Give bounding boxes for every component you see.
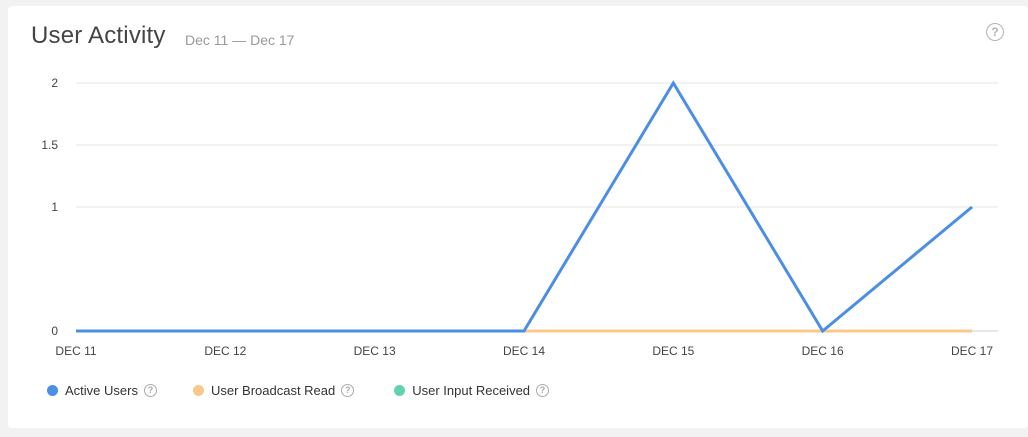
- line-chart: 011.52 DEC 11 DEC 12 DEC 13 DEC 14 DEC 15 DEC…: [41, 76, 998, 358]
- legend-label: User Input Received: [412, 382, 531, 398]
- legend-item-user-broadcast-read[interactable]: User Broadcast Read?: [192, 382, 355, 398]
- legend-swatch: [192, 384, 204, 396]
- x-axis-labels: DEC 11 DEC 12 DEC 13 DEC 14 DEC 15 DEC 16 DEC …: [55, 344, 993, 358]
- x-tick-label: DEC 13: [354, 344, 396, 358]
- gridlines: [76, 82, 998, 332]
- x-tick-label: DEC 12: [204, 344, 246, 358]
- y-tick-label: 1.5: [41, 138, 58, 152]
- y-tick-label: 2: [51, 76, 58, 90]
- x-tick-label: DEC 15: [652, 344, 694, 358]
- x-tick-label: DEC 16: [802, 344, 844, 358]
- question-circle-icon[interactable]: ?: [536, 383, 550, 397]
- y-axis-labels: 011.52: [41, 76, 58, 338]
- legend-label: Active Users: [65, 382, 138, 398]
- x-tick-label: DEC 14: [503, 344, 545, 358]
- question-circle-icon[interactable]: ?: [341, 383, 355, 397]
- legend-swatch: [47, 384, 58, 396]
- legend-swatch: [394, 384, 406, 396]
- y-tick-label: 1: [51, 200, 58, 214]
- question-circle-icon[interactable]: ?: [143, 383, 157, 397]
- legend-item-user-input-received[interactable]: User Input Received?: [394, 382, 550, 398]
- x-tick-label: DEC 17: [951, 344, 993, 358]
- legend: Active Users? User Broadcast Read? User In…: [47, 382, 550, 398]
- y-tick-label: 0: [51, 324, 58, 338]
- legend-label: User Broadcast Read: [210, 382, 336, 398]
- legend-item-active-users[interactable]: Active Users?: [47, 383, 157, 398]
- x-tick-label: DEC 11: [55, 344, 96, 358]
